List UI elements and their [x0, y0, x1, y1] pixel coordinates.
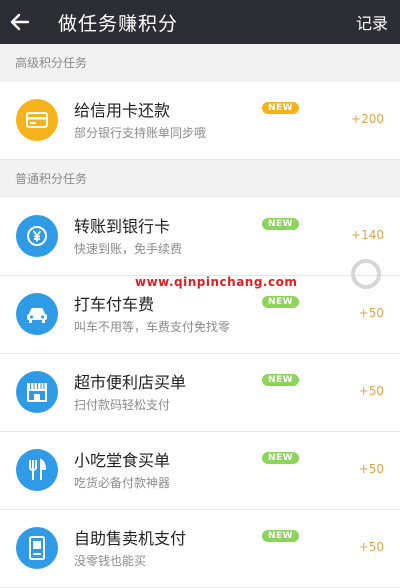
task-title: 打车付车费 — [74, 295, 155, 314]
page-title: 做任务赚积分 — [58, 12, 179, 35]
watermark-text: www.qinpinchang.com — [135, 275, 298, 289]
new-badge: NEW — [262, 102, 300, 114]
task-points: +50 — [358, 462, 384, 476]
task-item-supermarket[interactable]: 超市便利店买单 扫付款码轻松支付 NEW +50 — [0, 354, 400, 432]
new-badge: NEW — [262, 296, 300, 308]
credit-card-icon — [16, 99, 58, 141]
task-title: 给信用卡还款 — [74, 101, 171, 120]
task-subtitle: 没零钱也能买 — [74, 554, 147, 568]
record-link[interactable]: 记录 — [356, 0, 388, 44]
task-title: 超市便利店买单 — [74, 373, 187, 392]
task-subtitle: 快速到账，免手续费 — [74, 242, 183, 256]
store-icon — [16, 371, 58, 413]
task-title: 转账到银行卡 — [74, 217, 171, 236]
vending-machine-icon — [16, 527, 58, 569]
back-arrow-icon — [10, 13, 30, 31]
task-title: 小吃堂食买单 — [74, 451, 171, 470]
yen-transfer-icon — [16, 215, 58, 257]
task-item-bank-transfer[interactable]: 转账到银行卡 快速到账，免手续费 NEW +140 — [0, 198, 400, 276]
section-title-advanced: 高级积分任务 — [0, 44, 400, 82]
new-badge: NEW — [262, 374, 300, 386]
new-badge: NEW — [262, 530, 300, 542]
task-points: +50 — [358, 384, 384, 398]
top-bar: 做任务赚积分 记录 — [0, 0, 400, 44]
new-badge: NEW — [262, 452, 300, 464]
task-subtitle: 叫车不用等，车费支付免找零 — [74, 320, 231, 334]
back-button[interactable] — [0, 0, 40, 44]
task-item-vending[interactable]: 自助售卖机支付 没零钱也能买 NEW +50 — [0, 510, 400, 588]
task-points: +140 — [351, 228, 384, 242]
fork-knife-icon — [16, 449, 58, 491]
task-title: 自助售卖机支付 — [74, 529, 187, 548]
task-item-credit-card[interactable]: 给信用卡还款 部分银行支持账单同步哦 NEW +200 — [0, 82, 400, 160]
section-title-normal: 普通积分任务 — [0, 160, 400, 198]
task-subtitle: 部分银行支持账单同步哦 — [74, 126, 207, 140]
task-item-snack[interactable]: 小吃堂食买单 吃货必备付款神器 NEW +50 — [0, 432, 400, 510]
task-subtitle: 扫付款码轻松支付 — [74, 398, 171, 412]
car-icon — [16, 293, 58, 335]
task-subtitle: 吃货必备付款神器 — [74, 476, 171, 490]
new-badge: NEW — [262, 218, 300, 230]
task-points: +50 — [358, 540, 384, 554]
loading-spinner — [351, 259, 381, 289]
task-points: +200 — [351, 112, 384, 126]
task-points: +50 — [358, 306, 384, 320]
